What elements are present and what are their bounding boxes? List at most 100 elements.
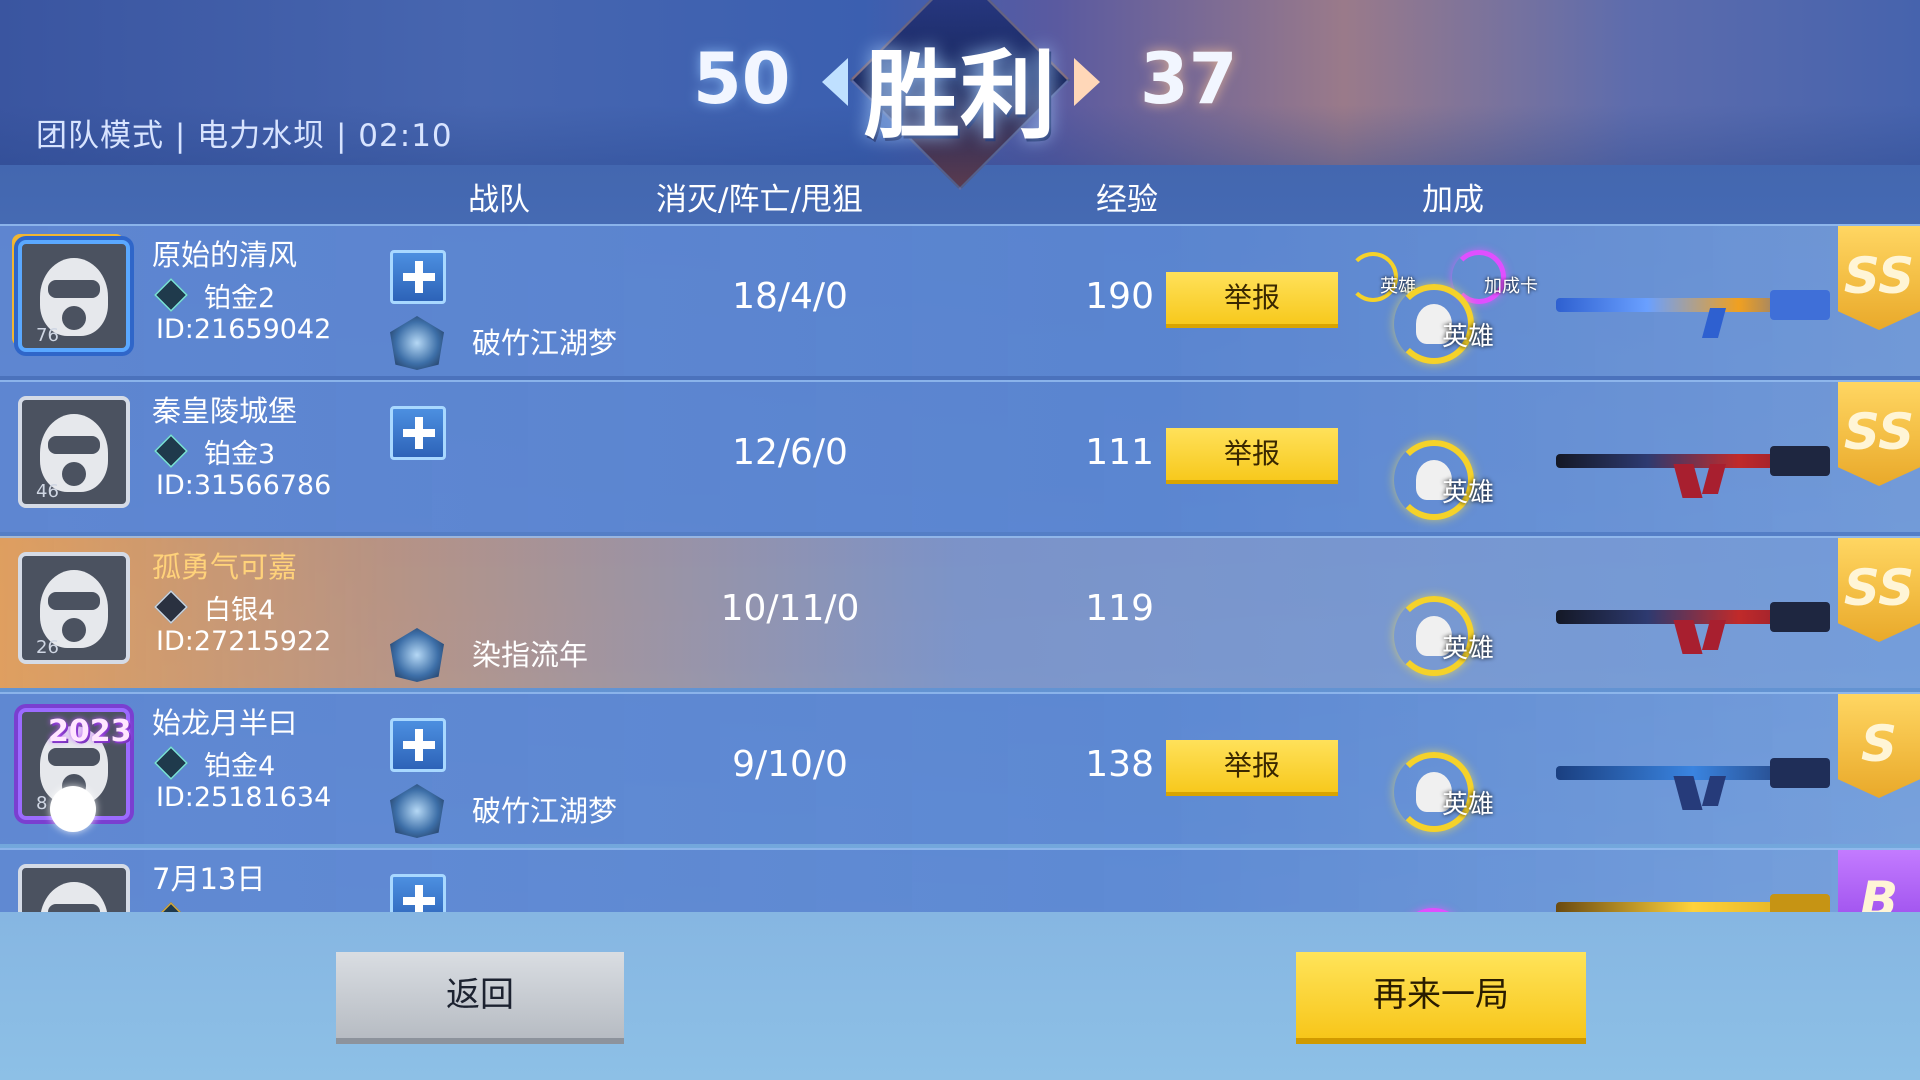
add-friend-button[interactable] — [390, 406, 446, 460]
weapon-tier-badge: SS — [1838, 226, 1920, 330]
add-friend-button[interactable] — [390, 250, 446, 304]
avatar-visor — [48, 748, 100, 766]
squad-emblem-icon — [390, 316, 444, 370]
player-row: 7月13日 B — [0, 848, 1920, 914]
weapon-rifle-icon — [1556, 890, 1830, 914]
weapon-sniper-icon — [1556, 286, 1830, 338]
player-name: 秦皇陵城堡 — [152, 394, 298, 428]
player-name: 孤勇气可嘉 — [152, 550, 298, 584]
weapon-rifle-icon — [1556, 598, 1830, 654]
squad-emblem-icon — [390, 784, 444, 838]
avatar-visor — [48, 280, 100, 298]
result-title: 胜利 — [864, 40, 1056, 152]
player-id: ID:21659042 — [156, 314, 332, 345]
weapon-stock — [1770, 894, 1830, 914]
player-list[interactable]: 76 原始的清风 铂金2 ID:21659042 破竹江湖梦 18/4/0 19… — [0, 224, 1920, 914]
avatar-visor — [48, 436, 100, 454]
player-level: 76 — [36, 325, 59, 346]
bonus-card-label: 加成卡 — [1484, 276, 1538, 297]
player-rank: 铂金2 — [204, 283, 276, 314]
avatar-frame-2023-tag: 2023 — [48, 714, 132, 749]
avatar[interactable]: 76 — [18, 240, 130, 352]
weapon-stock — [1770, 290, 1830, 320]
bottom-bar — [0, 912, 1920, 1080]
player-name: 7月13日 — [152, 862, 266, 896]
platinum-rank-icon — [154, 278, 188, 312]
platinum-rank-icon — [154, 434, 188, 468]
weapon-stock — [1770, 758, 1830, 788]
player-level: 8 — [36, 793, 48, 814]
hero-bonus-label: 英雄 — [1442, 790, 1495, 820]
column-exp: 经验 — [1096, 182, 1158, 218]
weapon-grip — [1701, 620, 1727, 650]
player-id: ID:27215922 — [156, 626, 332, 657]
silver-rank-icon — [154, 590, 188, 624]
exp-value: 138 — [1085, 744, 1154, 785]
weapon-magazine — [1673, 620, 1703, 654]
report-button[interactable]: 举报 — [1166, 272, 1338, 328]
column-team: 战队 — [468, 182, 530, 218]
platinum-rank-icon — [154, 746, 188, 780]
team-score-left: 50 — [693, 38, 791, 120]
squad-name: 染指流年 — [472, 638, 589, 672]
kda-value: 18/4/0 — [732, 276, 848, 317]
avatar[interactable]: 26 — [18, 552, 130, 664]
weapon-magazine — [1673, 776, 1703, 810]
touch-indicator — [50, 786, 96, 832]
player-row: 46 秦皇陵城堡 铂金3 ID:31566786 12/6/0 111 举报 英… — [0, 380, 1920, 532]
report-button[interactable]: 举报 — [1166, 740, 1338, 796]
player-rank: 铂金4 — [204, 751, 276, 782]
weapon-tier-badge: S — [1838, 694, 1920, 798]
hero-bonus-label: 英雄 — [1442, 478, 1495, 508]
column-kda: 消灭/阵亡/甩狙 — [656, 182, 863, 218]
weapon-rifle-icon — [1556, 754, 1830, 810]
weapon-stock — [1770, 446, 1830, 476]
player-rank: 白银4 — [204, 595, 276, 626]
player-rank: 铂金3 — [204, 439, 276, 470]
exp-value: 111 — [1085, 432, 1154, 473]
weapon-grip — [1701, 464, 1727, 494]
column-bonus: 加成 — [1422, 182, 1484, 218]
weapon-grip — [1701, 308, 1727, 338]
avatar[interactable]: 46 — [18, 396, 130, 508]
player-row: 76 原始的清风 铂金2 ID:21659042 破竹江湖梦 18/4/0 19… — [0, 224, 1920, 376]
kda-value: 9/10/0 — [732, 744, 848, 785]
weapon-stock — [1770, 602, 1830, 632]
play-again-button[interactable]: 再来一局 — [1296, 952, 1586, 1044]
squad-name: 破竹江湖梦 — [472, 794, 618, 828]
player-id: ID:25181634 — [156, 782, 332, 813]
back-button[interactable]: 返回 — [336, 952, 624, 1044]
mode-info: 团队模式 | 电力水坝 | 02:10 — [36, 118, 453, 154]
weapon-tier-badge: SS — [1838, 538, 1920, 642]
exp-value: 119 — [1085, 588, 1154, 629]
weapon-tier-badge: B — [1838, 850, 1920, 914]
squad-name: 破竹江湖梦 — [472, 326, 618, 360]
exp-value: 190 — [1085, 276, 1154, 317]
weapon-grip — [1701, 776, 1727, 806]
kda-value: 12/6/0 — [732, 432, 848, 473]
squad-emblem-icon — [390, 628, 444, 682]
avatar-filter — [62, 618, 86, 642]
weapon-rifle-icon — [1556, 442, 1830, 498]
player-row-self: 26 孤勇气可嘉 白银4 ID:27215922 染指流年 10/11/0 11… — [0, 536, 1920, 688]
column-headers: 战队 消灭/阵亡/甩狙 经验 加成 — [0, 170, 1920, 220]
report-button[interactable]: 举报 — [1166, 428, 1338, 484]
victory-emblem: 胜利 — [820, 0, 1100, 191]
add-friend-button[interactable] — [390, 874, 446, 914]
add-friend-button[interactable] — [390, 718, 446, 772]
player-id: ID:31566786 — [156, 470, 332, 501]
player-name: 始龙月半曰 — [152, 706, 298, 740]
avatar-visor — [48, 592, 100, 610]
avatar[interactable] — [18, 864, 130, 914]
player-level: 26 — [36, 637, 59, 658]
player-row: 8 2023 始龙月半曰 铂金4 ID:25181634 破竹江湖梦 9/10/… — [0, 692, 1920, 844]
weapon-tier-badge: SS — [1838, 382, 1920, 486]
player-level: 46 — [36, 481, 59, 502]
team-score-right: 37 — [1140, 38, 1238, 120]
avatar-filter — [62, 462, 86, 486]
kda-value: 10/11/0 — [720, 588, 860, 629]
hero-bonus-label: 英雄 — [1442, 322, 1495, 352]
hero-bonus-label: 英雄 — [1442, 634, 1495, 664]
player-name: 原始的清风 — [152, 238, 298, 272]
avatar-filter — [62, 306, 86, 330]
